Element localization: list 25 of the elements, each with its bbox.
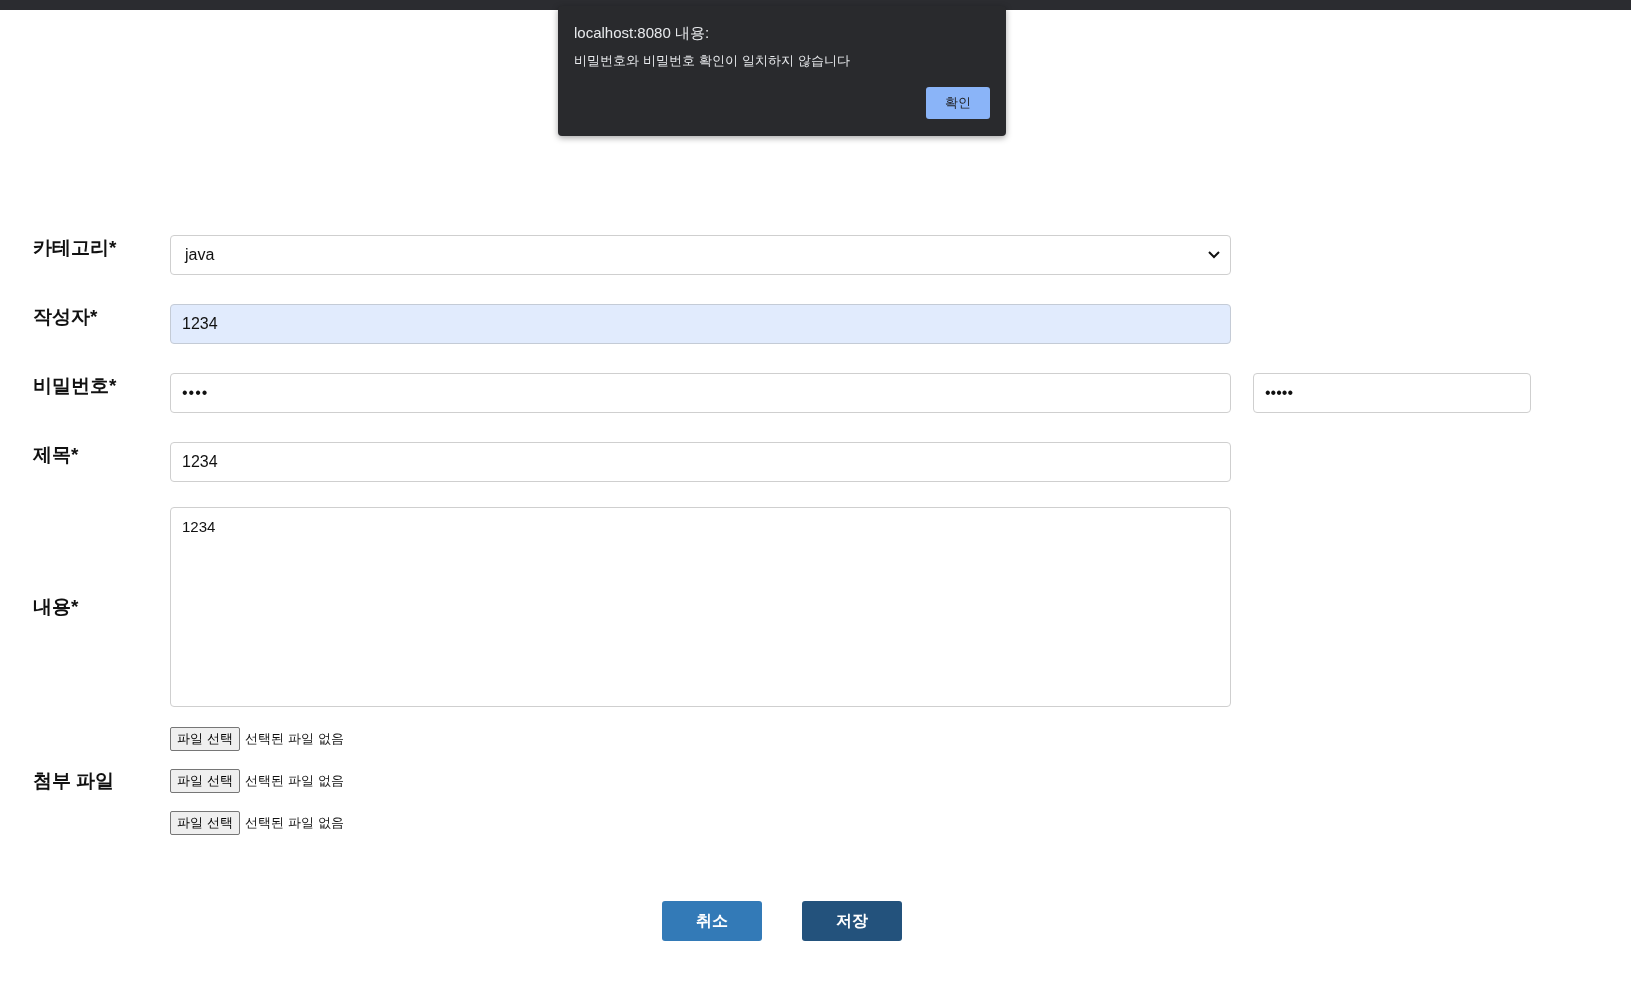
chevron-down-icon [1208,251,1220,259]
file-select-button[interactable]: 파일 선택 [170,811,241,835]
select-value: java [185,246,215,264]
alert-message: 비밀번호와 비밀번호 확인이 일치하지 않습니다 [574,53,851,70]
cancel-button[interactable]: 취소 [662,901,762,941]
field-label: 카테고리* [33,236,118,260]
field-label: 첨부 파일 [33,769,116,793]
field-label: 내용* [33,595,80,619]
text-input[interactable]: 1234 [170,442,1231,482]
save-button[interactable]: 저장 [802,901,902,941]
file-status: 선택된 파일 없음 [245,772,345,790]
alert-title: localhost:8080 내용: [574,24,711,43]
field-label: 제목* [33,443,80,467]
file-status: 선택된 파일 없음 [245,730,345,748]
file-select-button[interactable]: 파일 선택 [170,769,241,793]
text-input[interactable]: 1234 [170,304,1231,344]
file-status: 선택된 파일 없음 [245,814,345,832]
ok-button[interactable]: 확인 [926,87,990,119]
category-select[interactable]: java [170,235,1231,275]
password-input[interactable]: •••• [170,373,1231,413]
field-label: 비밀번호* [33,374,118,398]
content-textarea[interactable]: 1234 [170,507,1231,707]
password-confirm-input[interactable]: ••••• [1253,373,1531,413]
file-select-button[interactable]: 파일 선택 [170,727,241,751]
field-label: 작성자* [33,305,99,329]
